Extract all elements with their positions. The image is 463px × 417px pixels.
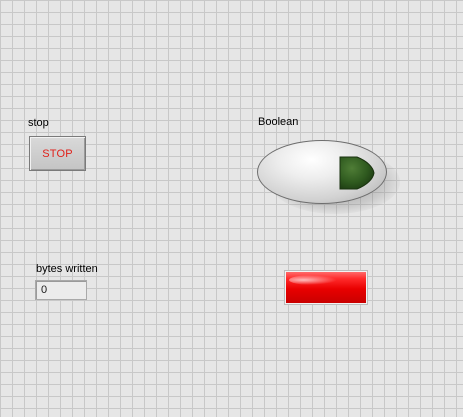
- stop-button[interactable]: STOP: [29, 136, 86, 171]
- front-panel: { "stop_control": { "label": "stop", "bu…: [0, 0, 463, 417]
- stop-button-text: STOP: [42, 147, 73, 160]
- bytes-written-label: bytes written: [36, 263, 98, 275]
- bytes-written-indicator: 0: [35, 280, 87, 300]
- play-triangle-icon: [339, 156, 375, 190]
- stop-label: stop: [28, 117, 49, 129]
- red-led-indicator: [284, 270, 368, 305]
- boolean-label: Boolean: [258, 116, 299, 128]
- boolean-toggle-button[interactable]: [257, 140, 387, 204]
- led-highlight: [289, 275, 337, 285]
